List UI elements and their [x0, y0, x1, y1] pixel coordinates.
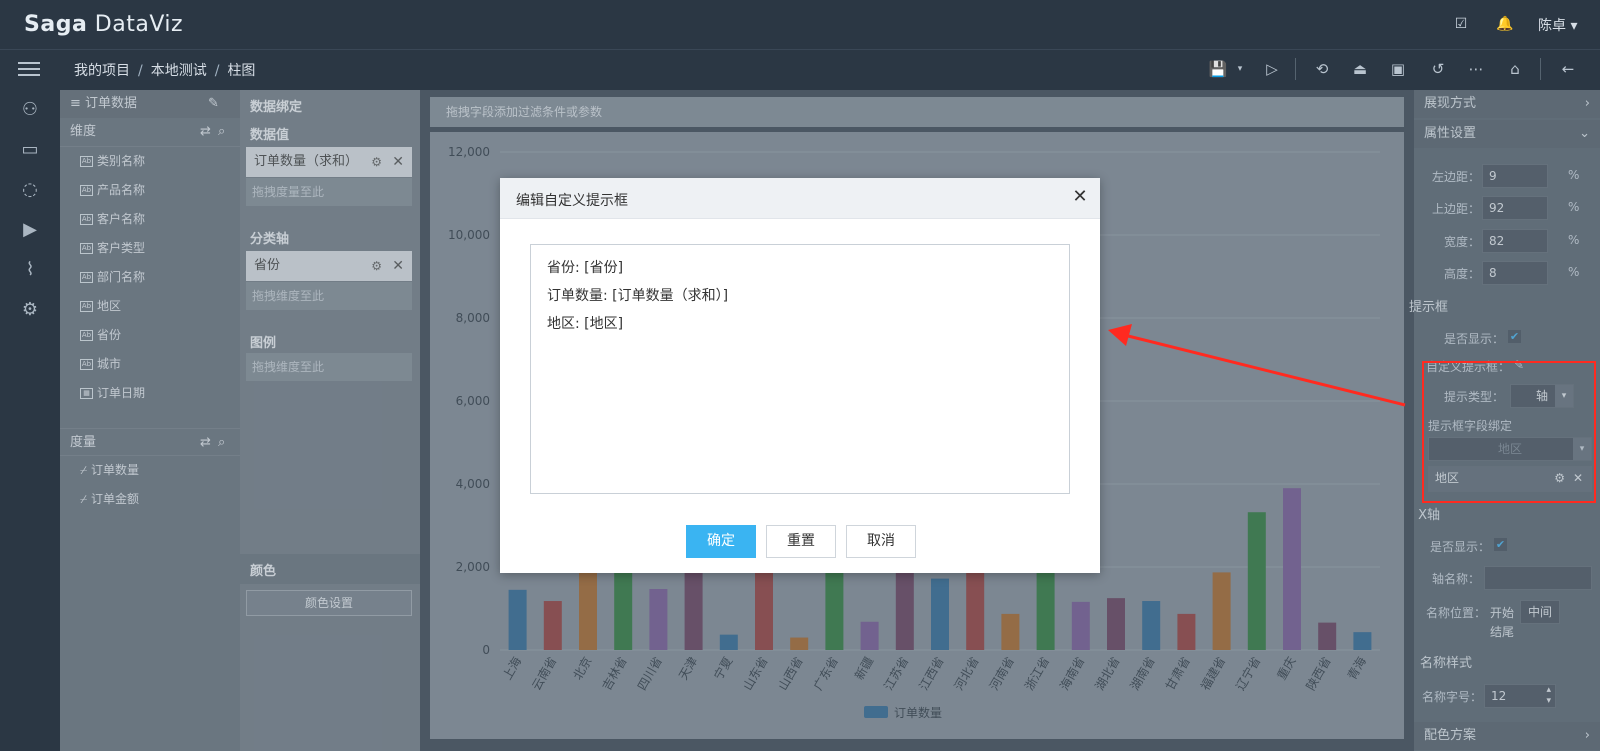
cancel-button[interactable]: 取消	[846, 525, 916, 558]
chevron-down-icon[interactable]: ▾	[1230, 59, 1250, 79]
breadcrumb-item-local-test[interactable]: 本地测试	[151, 63, 207, 79]
breadcrumb: 我的项目 / 本地测试 / 柱图	[74, 63, 256, 79]
tag-icon[interactable]: ⌂	[1505, 59, 1525, 79]
toolbar-divider	[1540, 58, 1541, 80]
annotation-highlight-box	[1422, 361, 1596, 503]
template-line: 订单数量: [订单数量（求和）]	[547, 288, 729, 304]
breadcrumb-item-current: 柱图	[227, 63, 256, 79]
back-arrow-icon[interactable]: ←	[1558, 59, 1578, 79]
user-icon[interactable]: ⚇	[18, 98, 42, 122]
breadcrumb-item-projects[interactable]: 我的项目	[74, 63, 130, 79]
reset-button[interactable]: 重置	[766, 525, 836, 558]
template-line: 地区: [地区]	[547, 316, 624, 332]
edit-square-icon[interactable]: ☑	[1452, 15, 1470, 33]
history-icon[interactable]: ⟲	[1312, 59, 1332, 79]
top-bar	[0, 0, 1600, 50]
toolbar-divider	[1295, 58, 1296, 80]
app-logo[interactable]: Saga DataViz	[24, 12, 183, 37]
play-circle-icon[interactable]: ▶	[18, 218, 42, 242]
image-icon[interactable]: ▣	[1388, 59, 1408, 79]
dialog-title: 编辑自定义提示框	[516, 193, 628, 209]
publish-icon[interactable]: ⏏	[1350, 59, 1370, 79]
bell-icon[interactable]: 🔔	[1496, 15, 1514, 33]
play-icon[interactable]: ▷	[1262, 59, 1282, 79]
share-icon[interactable]: ⋯	[1466, 59, 1486, 79]
logo-prefix: Saga	[24, 12, 88, 37]
user-menu[interactable]: 陈卓 ▾	[1538, 15, 1577, 35]
gear-icon[interactable]: ⚙	[18, 298, 42, 322]
annotation-arrow	[1108, 324, 1406, 407]
close-icon[interactable]: ✕	[1070, 187, 1090, 207]
save-icon[interactable]: 💾	[1208, 59, 1228, 79]
template-line: 省份: [省份]	[547, 260, 624, 276]
confirm-button[interactable]: 确定	[686, 525, 756, 558]
line-chart-icon[interactable]: ⌇	[18, 258, 42, 282]
undo-icon[interactable]: ↺	[1428, 59, 1448, 79]
user-name: 陈卓	[1538, 18, 1566, 34]
tooltip-template-editor[interactable]: 省份: [省份] 订单数量: [订单数量（求和）] 地区: [地区]	[530, 244, 1070, 494]
hamburger-menu-icon[interactable]	[18, 58, 40, 80]
monitor-icon[interactable]: ▭	[18, 138, 42, 162]
custom-tooltip-dialog: 编辑自定义提示框 ✕ 省份: [省份] 订单数量: [订单数量（求和）] 地区:…	[500, 178, 1100, 573]
cycle-icon[interactable]: ◌	[18, 178, 42, 202]
logo-suffix: DataViz	[94, 12, 184, 37]
